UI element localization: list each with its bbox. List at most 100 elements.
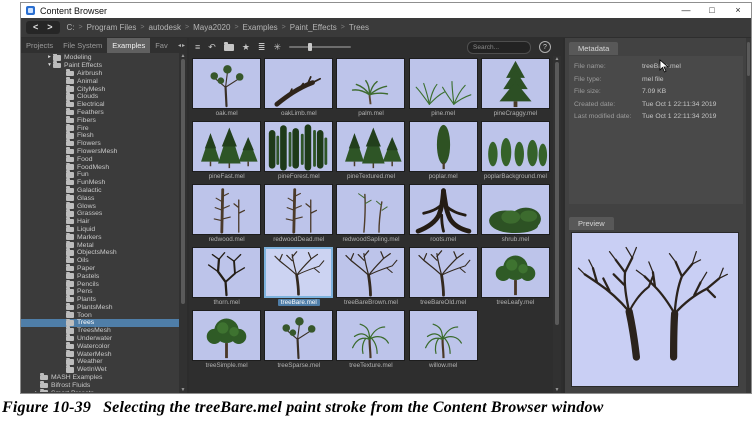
- tree-item-paper[interactable]: Paper: [21, 265, 179, 273]
- grid-item-pineTextured-mel[interactable]: pineTextured.mel: [336, 121, 405, 180]
- tree-item-citymesh[interactable]: CityMesh: [21, 85, 179, 93]
- grid-item-treeBareBrown-mel[interactable]: treeBareBrown.mel: [336, 247, 405, 306]
- minimize-button[interactable]: —: [673, 3, 699, 18]
- grid-item-roots-mel[interactable]: roots.mel: [409, 184, 478, 243]
- tab-scroll-right-icon[interactable]: ▸: [182, 42, 185, 49]
- list-view-icon[interactable]: ≡: [195, 43, 200, 52]
- tree-item-funmesh[interactable]: FunMesh: [21, 179, 179, 187]
- tree-item-fire[interactable]: Fire: [21, 124, 179, 132]
- tree-item-mash-examples[interactable]: MASH Examples: [21, 374, 179, 382]
- tree-item-toon[interactable]: Toon: [21, 311, 179, 319]
- tree-item-galactic[interactable]: Galactic: [21, 187, 179, 195]
- tab-scroll-left-icon[interactable]: ◂: [178, 42, 181, 49]
- grid-item-pineFast-mel[interactable]: pineFast.mel: [192, 121, 261, 180]
- collapsed-arrow-icon[interactable]: ▸: [46, 54, 53, 61]
- back-button[interactable]: <: [33, 22, 38, 33]
- grid-item-treeBare-mel[interactable]: treeBare.mel: [264, 247, 333, 306]
- breadcrumb-segment[interactable]: C:: [67, 23, 75, 32]
- tree-item-modeling[interactable]: ▸Modeling: [21, 54, 179, 62]
- grid-item-treeSparse-mel[interactable]: treeSparse.mel: [264, 310, 333, 369]
- scroll-down-icon[interactable]: ▼: [181, 387, 186, 393]
- grid-item-redwood-mel[interactable]: redwood.mel: [192, 184, 261, 243]
- grid-item-poplarBackground-mel[interactable]: poplarBackground.mel: [481, 121, 550, 180]
- forward-button[interactable]: >: [47, 22, 52, 33]
- favorite-icon[interactable]: ★: [242, 43, 250, 52]
- grid-item-redwoodDead-mel[interactable]: redwoodDead.mel: [264, 184, 333, 243]
- grid-scroll-down-icon[interactable]: ▼: [555, 387, 560, 393]
- tree-item-electrical[interactable]: Electrical: [21, 101, 179, 109]
- sidebar-tab-fav[interactable]: Fav: [150, 38, 173, 53]
- info-panel-scrollbar[interactable]: [746, 38, 751, 393]
- maximize-button[interactable]: □: [699, 3, 725, 18]
- breadcrumb-segment[interactable]: Paint_Effects: [290, 23, 337, 32]
- view-options-icon[interactable]: ≣: [258, 43, 266, 52]
- tree-item-smart-presets[interactable]: ▸Smart Presets: [21, 389, 179, 392]
- grid-item-shrub-mel[interactable]: shrub.mel: [481, 184, 550, 243]
- breadcrumb[interactable]: C:>Program Files>autodesk>Maya2020>Examp…: [67, 23, 369, 32]
- sidebar-tab-examples[interactable]: Examples: [107, 38, 150, 53]
- breadcrumb-segment[interactable]: autodesk: [149, 23, 181, 32]
- tree-item-flesh[interactable]: Flesh: [21, 132, 179, 140]
- tree-item-plantsmesh[interactable]: PlantsMesh: [21, 304, 179, 312]
- grid-item-treeLeafy-mel[interactable]: treeLeafy.mel: [481, 247, 550, 306]
- expanded-arrow-icon[interactable]: ▾: [46, 62, 53, 69]
- scrollbar-thumb[interactable]: [181, 59, 185, 304]
- tree-item-watermesh[interactable]: WaterMesh: [21, 350, 179, 358]
- breadcrumb-segment[interactable]: Maya2020: [193, 23, 230, 32]
- settings-gear-icon[interactable]: ✳: [273, 43, 281, 52]
- close-button[interactable]: ×: [725, 3, 751, 18]
- tree-item-flowers[interactable]: Flowers: [21, 140, 179, 148]
- tree-item-watercolor[interactable]: Watercolor: [21, 342, 179, 350]
- grid-scrollbar-thumb[interactable]: [555, 62, 559, 325]
- grid-item-oakLimb-mel[interactable]: oakLimb.mel: [264, 58, 333, 117]
- tree-item-animal[interactable]: Animal: [21, 77, 179, 85]
- tree-item-pastels[interactable]: Pastels: [21, 272, 179, 280]
- tree-item-fibers[interactable]: Fibers: [21, 116, 179, 124]
- tree-item-pens[interactable]: Pens: [21, 288, 179, 296]
- search-input[interactable]: Search...: [467, 41, 531, 54]
- tree-item-pencils[interactable]: Pencils: [21, 280, 179, 288]
- tree-item-metal[interactable]: Metal: [21, 241, 179, 249]
- grid-item-treeTexture-mel[interactable]: treeTexture.mel: [336, 310, 405, 369]
- grid-item-palm-mel[interactable]: palm.mel: [336, 58, 405, 117]
- breadcrumb-segment[interactable]: Program Files: [87, 23, 137, 32]
- tree-item-clouds[interactable]: Clouds: [21, 93, 179, 101]
- grid-item-redwoodSapling-mel[interactable]: redwoodSapling.mel: [336, 184, 405, 243]
- tree-item-grasses[interactable]: Grasses: [21, 210, 179, 218]
- new-folder-icon[interactable]: [224, 44, 234, 51]
- tree-item-markers[interactable]: Markers: [21, 233, 179, 241]
- tree-item-paint-effects[interactable]: ▾Paint Effects: [21, 62, 179, 70]
- tree-item-underwater[interactable]: Underwater: [21, 335, 179, 343]
- breadcrumb-segment[interactable]: Trees: [349, 23, 369, 32]
- tree-item-glows[interactable]: Glows: [21, 202, 179, 210]
- tree-item-liquid[interactable]: Liquid: [21, 226, 179, 234]
- tree-item-glass[interactable]: Glass: [21, 194, 179, 202]
- grid-item-pineForest-mel[interactable]: pineForest.mel: [264, 121, 333, 180]
- tree-item-foodmesh[interactable]: FoodMesh: [21, 163, 179, 171]
- tree-item-treesmesh[interactable]: TreesMesh: [21, 327, 179, 335]
- collapsed-arrow-icon[interactable]: ▸: [33, 390, 40, 392]
- tree-item-objectsmesh[interactable]: ObjectsMesh: [21, 249, 179, 257]
- grid-item-pine-mel[interactable]: pine.mel: [409, 58, 478, 117]
- grid-scrollbar[interactable]: ▲ ▼: [553, 56, 561, 393]
- tree-item-weather[interactable]: Weather: [21, 358, 179, 366]
- grid-item-willow-mel[interactable]: willow.mel: [409, 310, 478, 369]
- grid-item-treeSimple-mel[interactable]: treeSimple.mel: [192, 310, 261, 369]
- metadata-tab[interactable]: Metadata: [569, 42, 618, 55]
- tree-item-flowersmesh[interactable]: FlowersMesh: [21, 148, 179, 156]
- sidebar-scrollbar[interactable]: ▲ ▼: [179, 53, 187, 393]
- tree-item-trees[interactable]: Trees: [21, 319, 179, 327]
- tree-item-airbrush[interactable]: Airbrush: [21, 70, 179, 78]
- breadcrumb-segment[interactable]: Examples: [243, 23, 278, 32]
- preview-tab[interactable]: Preview: [569, 217, 614, 230]
- grid-item-oak-mel[interactable]: oak.mel: [192, 58, 261, 117]
- tree-item-hair[interactable]: Hair: [21, 218, 179, 226]
- sidebar-tab-projects[interactable]: Projects: [21, 38, 58, 53]
- tree-item-fun[interactable]: Fun: [21, 171, 179, 179]
- grid-item-pineCraggy-mel[interactable]: pineCraggy.mel: [481, 58, 550, 117]
- tree-item-food[interactable]: Food: [21, 155, 179, 163]
- grid-item-poplar-mel[interactable]: poplar.mel: [409, 121, 478, 180]
- tree-item-plants[interactable]: Plants: [21, 296, 179, 304]
- sidebar-tab-file-system[interactable]: File System: [58, 38, 107, 53]
- help-icon[interactable]: ?: [539, 41, 551, 53]
